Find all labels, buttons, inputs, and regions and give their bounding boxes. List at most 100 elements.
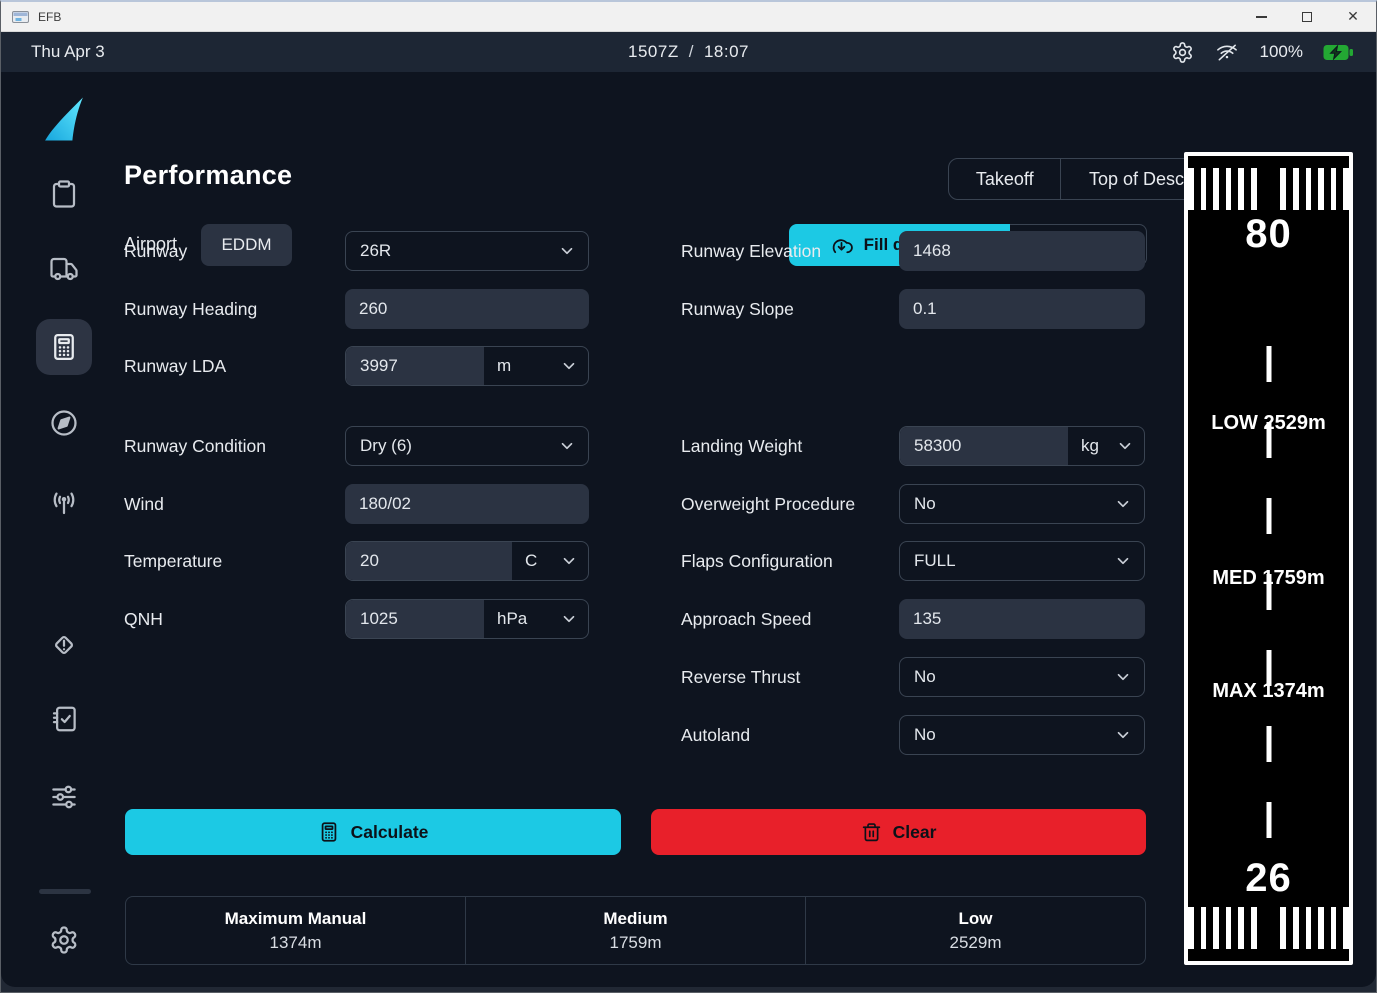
clipboard-icon	[49, 179, 79, 209]
calculator-icon	[49, 332, 79, 362]
qnh-unit-select[interactable]: hPa	[484, 600, 588, 638]
temperature-input[interactable]	[346, 542, 512, 580]
field-runway-lda: Runway LDA m	[124, 346, 589, 386]
page-title: Performance	[124, 160, 292, 191]
utc-time: 1507Z	[628, 42, 679, 61]
sidebar-item-performance-calculator[interactable]	[36, 319, 92, 375]
autoland-select[interactable]: No	[899, 715, 1145, 755]
reverse-thrust-select[interactable]: No	[899, 657, 1145, 697]
marker-max: MAX 1374m	[1188, 680, 1349, 703]
sidebar-item-settings[interactable]	[36, 912, 92, 968]
qnh-label: QNH	[124, 599, 163, 639]
field-landing-weight: Landing Weight kg	[681, 426, 1145, 466]
wind-label: Wind	[124, 484, 164, 524]
landing-weight-input[interactable]	[900, 427, 1068, 465]
sidebar-item-flights[interactable]	[36, 166, 92, 222]
temperature-label: Temperature	[124, 541, 222, 581]
field-overweight-procedure: Overweight Procedure No	[681, 484, 1145, 524]
app-window-icon	[12, 9, 30, 24]
threshold-stripes-near	[1188, 907, 1349, 949]
settings-gear-icon	[49, 925, 79, 955]
tab-takeoff[interactable]: Takeoff	[949, 159, 1061, 199]
field-runway-heading: Runway Heading	[124, 289, 589, 329]
clear-label: Clear	[893, 822, 937, 843]
qnh-input[interactable]	[346, 600, 484, 638]
maximize-icon	[1302, 12, 1312, 22]
temperature-unit-select[interactable]: C	[512, 542, 588, 580]
minimize-button[interactable]	[1238, 2, 1284, 31]
result-maximum-manual: Maximum Manual 1374m	[126, 897, 465, 964]
sidebar-item-radio[interactable]	[36, 475, 92, 531]
calculate-button[interactable]: Calculate	[125, 809, 621, 855]
landing-weight-label: Landing Weight	[681, 426, 802, 466]
main-wrap: Performance Takeoff Top of Descent Landi…	[1, 72, 1376, 992]
chevron-down-icon	[560, 552, 578, 570]
status-time: 1507Z / 18:07	[1, 42, 1376, 62]
landing-weight-unit-select[interactable]: kg	[1068, 427, 1144, 465]
marker-med: MED 1759m	[1188, 567, 1349, 590]
runway-slope-input[interactable]	[899, 289, 1145, 329]
field-temperature: Temperature C	[124, 541, 589, 581]
trash-icon	[861, 822, 882, 843]
field-runway-elevation: Runway Elevation	[681, 231, 1145, 271]
chevron-down-icon	[560, 357, 578, 375]
sidebar-item-alerts[interactable]	[36, 617, 92, 673]
main-panel: Performance Takeoff Top of Descent Landi…	[1, 72, 1376, 987]
runway-label: Runway	[124, 231, 187, 271]
runway-select[interactable]: 26R	[345, 231, 589, 271]
window-controls: ✕	[1238, 2, 1376, 31]
autoland-label: Autoland	[681, 715, 750, 755]
sliders-icon	[49, 782, 79, 812]
results-table: Maximum Manual 1374m Medium 1759m Low 25…	[125, 896, 1146, 965]
threshold-stripes-far	[1188, 168, 1349, 210]
app-logo	[43, 94, 85, 144]
antenna-icon	[49, 488, 79, 518]
sidebar-item-navigation[interactable]	[36, 395, 92, 451]
sidebar-item-preferences[interactable]	[36, 769, 92, 825]
overweight-procedure-select[interactable]: No	[899, 484, 1145, 524]
field-runway: Runway 26R	[124, 231, 589, 271]
runway-condition-select[interactable]: Dry (6)	[345, 426, 589, 466]
runway-heading-input[interactable]	[345, 289, 589, 329]
hazard-icon	[49, 630, 79, 660]
runway-condition-label: Runway Condition	[124, 426, 266, 466]
field-flaps-configuration: Flaps Configuration FULL	[681, 541, 1145, 581]
runway-number-near: 26	[1188, 856, 1349, 901]
efb-window: EFB ✕ Thu Apr 3 1507Z/18:07 100%	[0, 0, 1377, 993]
runway-elevation-input[interactable]	[899, 231, 1145, 271]
compass-icon	[49, 408, 79, 438]
flaps-configuration-label: Flaps Configuration	[681, 541, 833, 581]
runway-lda-label: Runway LDA	[124, 346, 226, 386]
runway-number-far: 80	[1188, 212, 1349, 257]
minimize-icon	[1256, 16, 1267, 18]
runway-heading-label: Runway Heading	[124, 289, 257, 329]
truck-icon	[49, 254, 79, 284]
runway-lda-unit-select[interactable]: m	[484, 347, 588, 385]
runway-graphic: 80 LOW 2529m MED 1759m MAX 1374m 26	[1184, 152, 1353, 965]
time-separator: /	[689, 42, 694, 61]
field-wind: Wind	[124, 484, 589, 524]
sidebar-item-checklist[interactable]	[36, 691, 92, 747]
flaps-configuration-select[interactable]: FULL	[899, 541, 1145, 581]
runway-elevation-label: Runway Elevation	[681, 231, 821, 271]
calculator-icon	[318, 821, 340, 843]
close-button[interactable]: ✕	[1330, 2, 1376, 31]
wind-input[interactable]	[345, 484, 589, 524]
maximize-button[interactable]	[1284, 2, 1330, 31]
local-time: 18:07	[704, 42, 749, 61]
chevron-down-icon	[1114, 552, 1132, 570]
field-runway-condition: Runway Condition Dry (6)	[124, 426, 589, 466]
runway-slope-label: Runway Slope	[681, 289, 794, 329]
sidebar-item-ground-ops[interactable]	[36, 241, 92, 297]
approach-speed-input[interactable]	[899, 599, 1145, 639]
overweight-procedure-label: Overweight Procedure	[681, 484, 855, 524]
runway-lda-input[interactable]	[346, 347, 484, 385]
chevron-down-icon	[560, 610, 578, 628]
approach-speed-label: Approach Speed	[681, 599, 811, 639]
field-autoland: Autoland No	[681, 715, 1145, 755]
app-title: EFB	[38, 10, 61, 24]
chevron-down-icon	[1114, 668, 1132, 686]
marker-low: LOW 2529m	[1188, 412, 1349, 435]
result-low: Low 2529m	[805, 897, 1145, 964]
clear-button[interactable]: Clear	[651, 809, 1146, 855]
